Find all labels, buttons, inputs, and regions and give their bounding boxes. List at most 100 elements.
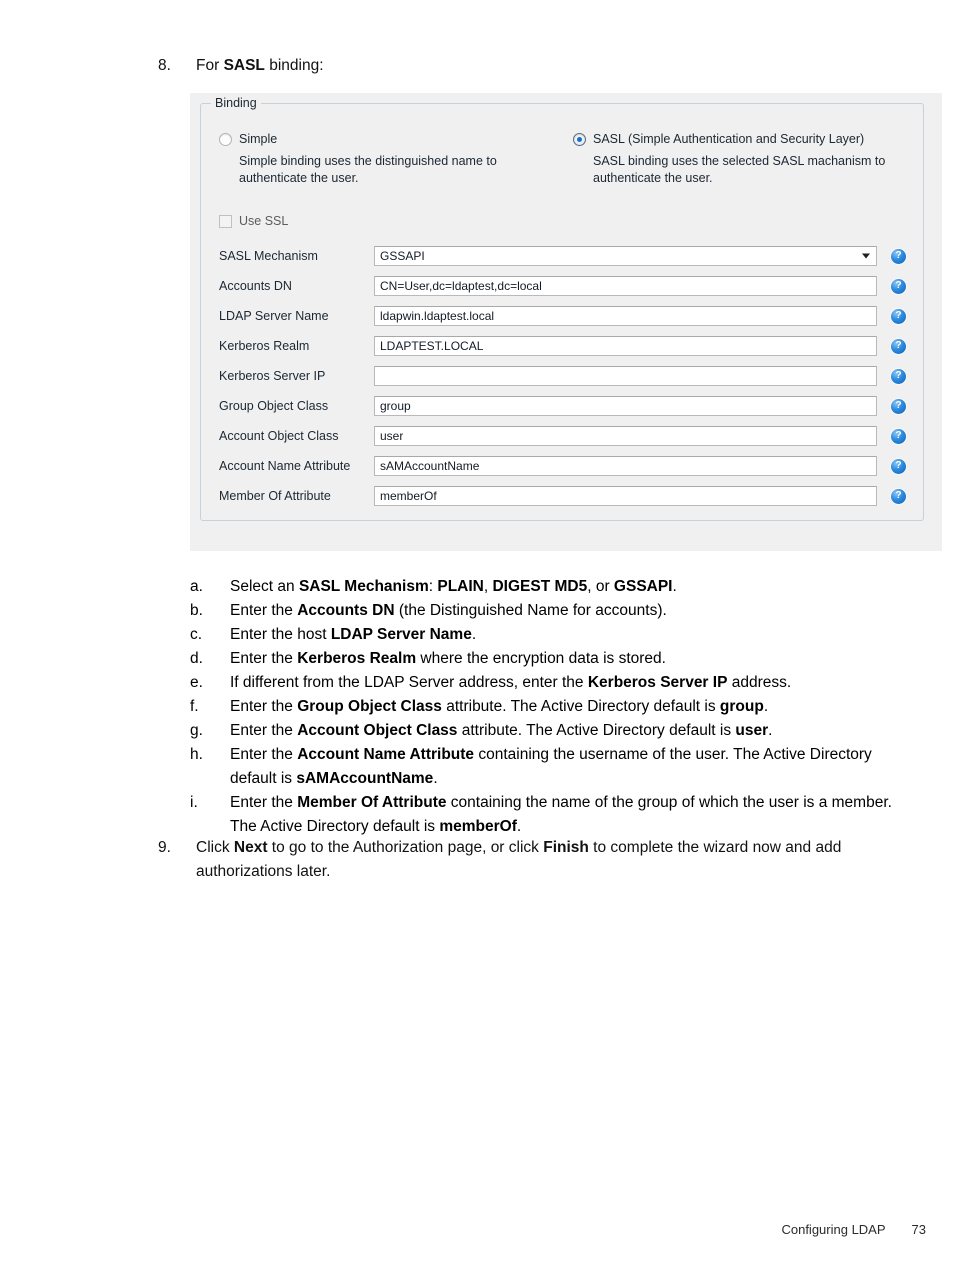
- field-value: group: [380, 399, 411, 413]
- sub-step-fragment: Enter the: [230, 722, 298, 739]
- field-value: GSSAPI: [380, 249, 425, 263]
- field-input[interactable]: ldapwin.ldaptest.local: [374, 306, 877, 326]
- sub-step-letter: e.: [190, 674, 203, 691]
- sub-step-emphasis: Account Object Class: [297, 722, 458, 739]
- help-icon[interactable]: ?: [891, 488, 906, 504]
- step-9-bold-next: Next: [233, 839, 268, 856]
- simple-radio-row[interactable]: Simple: [219, 132, 539, 146]
- field-input[interactable]: [374, 366, 877, 386]
- step-8: 8. For SASL binding:: [158, 54, 918, 78]
- field-row: Group Object Class group?: [219, 396, 909, 416]
- field-row: Accounts DN CN=User,dc=ldaptest,dc=local?: [219, 276, 909, 296]
- sub-step-emphasis: user: [735, 722, 769, 739]
- sasl-radio-label: SASL (Simple Authentication and Security…: [593, 132, 865, 146]
- help-icon[interactable]: ?: [891, 398, 906, 414]
- simple-binding-description: Simple binding uses the distinguished na…: [239, 154, 497, 185]
- field-value: user: [380, 429, 404, 443]
- sub-step-fragment: Enter the: [230, 794, 298, 811]
- help-icon[interactable]: ?: [891, 338, 906, 354]
- sub-step-fragment: Enter the: [230, 602, 298, 619]
- field-input[interactable]: sAMAccountName: [374, 456, 877, 476]
- field-value: sAMAccountName: [380, 459, 480, 473]
- field-row: SASL Mechanism GSSAPI?: [219, 246, 909, 266]
- field-label: LDAP Server Name: [219, 309, 329, 323]
- sasl-binding-option[interactable]: SASL (Simple Authentication and Security…: [573, 132, 893, 187]
- sub-step-fragment: Enter the: [230, 650, 298, 667]
- sub-step-letter: b.: [190, 602, 203, 619]
- use-ssl-label: Use SSL: [239, 214, 289, 228]
- page-footer: Configuring LDAP 73: [0, 1222, 954, 1237]
- sub-step-emphasis: Group Object Class: [297, 698, 442, 715]
- sub-step-emphasis: DIGEST MD5: [492, 578, 588, 595]
- sub-step-emphasis: SASL Mechanism: [298, 578, 429, 595]
- sub-step-fragment: .: [763, 698, 769, 715]
- sub-step-letter: g.: [190, 722, 203, 739]
- sub-step-emphasis: memberOf: [439, 818, 517, 835]
- step-8-text-before: For: [196, 57, 224, 74]
- sub-step-emphasis: GSSAPI: [613, 578, 673, 595]
- sub-step: g. Enter the Account Object Class attribu…: [190, 719, 920, 743]
- sub-step-fragment: .: [768, 722, 773, 739]
- sub-step: f. Enter the Group Object Class attribute…: [190, 695, 920, 719]
- sub-step-fragment: Enter the: [230, 698, 298, 715]
- sub-step-emphasis: Account Name Attribute: [297, 746, 475, 763]
- sub-steps-list: a. Select an SASL Mechanism: PLAIN, DIGES…: [190, 575, 920, 839]
- field-input[interactable]: memberOf: [374, 486, 877, 506]
- sasl-binding-description: SASL binding uses the selected SASL mach…: [593, 154, 886, 185]
- field-value: memberOf: [380, 489, 437, 503]
- field-label: SASL Mechanism: [219, 249, 318, 263]
- sasl-radio-row[interactable]: SASL (Simple Authentication and Security…: [573, 132, 893, 146]
- sub-step-text: If different from the LDAP Server addres…: [230, 671, 920, 695]
- sub-step-emphasis: Kerberos Server IP: [587, 674, 728, 691]
- sub-step-fragment: address.: [727, 674, 792, 691]
- field-input[interactable]: LDAPTEST.LOCAL: [374, 336, 877, 356]
- sub-step-text: Enter the Account Name Attribute contain…: [230, 743, 920, 791]
- sub-step-emphasis: Kerberos Realm: [297, 650, 417, 667]
- help-icon[interactable]: ?: [891, 368, 906, 384]
- help-icon[interactable]: ?: [891, 458, 906, 474]
- sub-step-fragment: Select an: [230, 578, 299, 595]
- help-icon-glyph: ?: [895, 250, 902, 261]
- sub-step: d. Enter the Kerberos Realm where the enc…: [190, 647, 920, 671]
- help-icon-glyph: ?: [895, 370, 902, 381]
- step-9-number: 9.: [158, 839, 171, 856]
- help-icon-glyph: ?: [895, 430, 902, 441]
- sub-step: h. Enter the Account Name Attribute conta…: [190, 743, 920, 791]
- field-label: Account Object Class: [219, 429, 339, 443]
- simple-binding-option[interactable]: Simple Simple binding uses the distingui…: [219, 132, 539, 187]
- field-input[interactable]: user: [374, 426, 877, 446]
- field-input[interactable]: CN=User,dc=ldaptest,dc=local: [374, 276, 877, 296]
- help-icon-glyph: ?: [895, 460, 902, 471]
- simple-radio-icon[interactable]: [219, 132, 232, 146]
- sub-step-text: Select an SASL Mechanism: PLAIN, DIGEST …: [230, 575, 920, 599]
- sub-step: c. Enter the host LDAP Server Name.: [190, 623, 920, 647]
- footer-chapter-title: Configuring LDAP: [781, 1222, 886, 1237]
- step-9-bold-finish: Finish: [543, 839, 589, 856]
- use-ssl-checkbox-icon[interactable]: [219, 214, 232, 228]
- field-input[interactable]: group: [374, 396, 877, 416]
- help-icon[interactable]: ?: [891, 278, 906, 294]
- chevron-down-icon[interactable]: [862, 253, 870, 259]
- sub-step: b. Enter the Accounts DN (the Distinguish…: [190, 599, 920, 623]
- sub-step-letter: a.: [190, 578, 203, 595]
- binding-groupbox: Binding Simple Simple binding uses the d…: [200, 95, 924, 521]
- help-icon-glyph: ?: [895, 490, 902, 501]
- step-8-text-after: binding:: [264, 57, 324, 74]
- sub-step-emphasis: sAMAccountName: [296, 770, 434, 787]
- field-row: Kerberos Server IP?: [219, 366, 909, 386]
- sub-step-fragment: where the encryption data is stored.: [416, 650, 666, 667]
- help-icon[interactable]: ?: [891, 308, 906, 324]
- step-9-part2: to go to the Authorization page, or clic…: [267, 839, 544, 856]
- step-8-number: 8.: [158, 57, 171, 74]
- sasl-mechanism-combobox[interactable]: GSSAPI: [374, 246, 877, 266]
- sub-step-letter: h.: [190, 746, 203, 763]
- footer-page-number: 73: [911, 1222, 926, 1237]
- sub-step: e. If different from the LDAP Server addr…: [190, 671, 920, 695]
- field-value: CN=User,dc=ldaptest,dc=local: [380, 279, 542, 293]
- sasl-radio-icon[interactable]: [573, 132, 586, 146]
- help-icon[interactable]: ?: [891, 428, 906, 444]
- help-icon[interactable]: ?: [891, 248, 906, 264]
- sub-step-fragment: Enter the: [230, 746, 298, 763]
- use-ssl-checkbox-row[interactable]: Use SSL: [219, 214, 288, 228]
- sub-step-fragment: If different from the LDAP Server addres…: [230, 674, 588, 691]
